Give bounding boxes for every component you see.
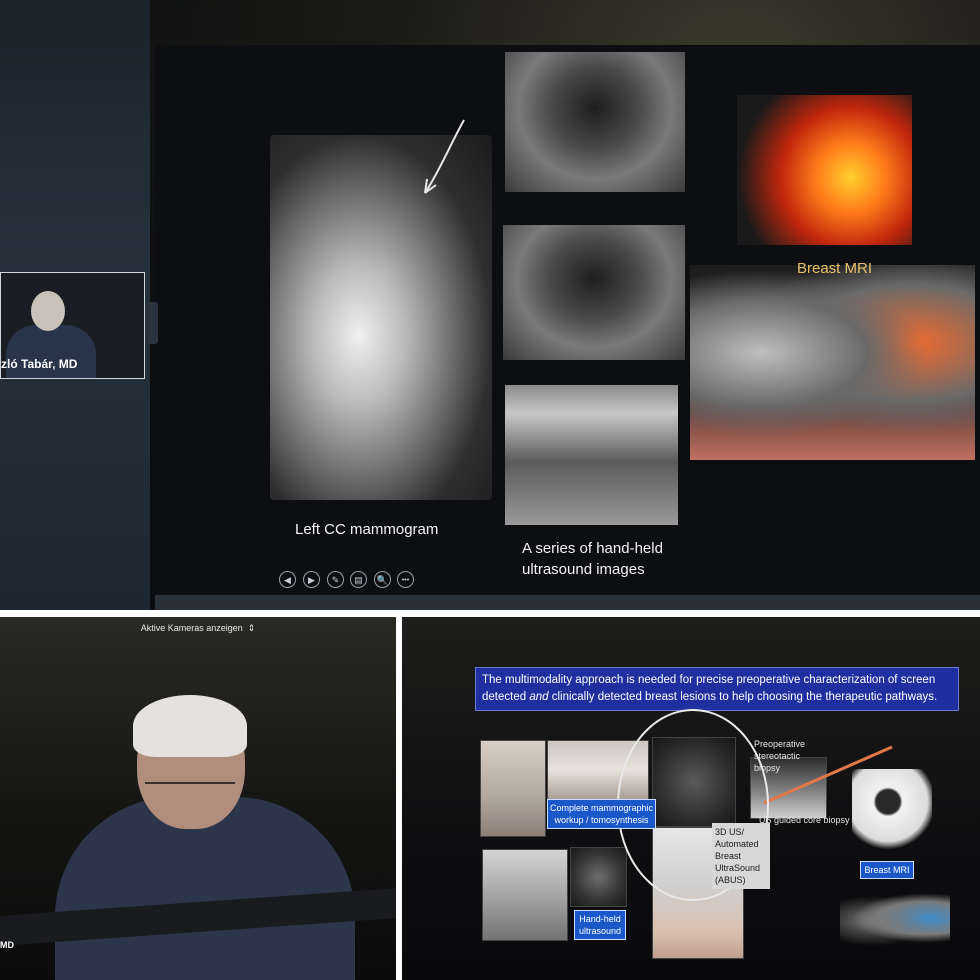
ultrasound-label-line2: ultrasound images — [522, 561, 645, 578]
speaker-name-fragment: MD — [0, 940, 14, 950]
ultrasound-image-3 — [505, 385, 678, 525]
ultrasound-label-line1: A series of hand-held — [522, 540, 663, 557]
mammography-machine-photo — [480, 740, 546, 837]
intro-line-1: The multimodality approach is needed for… — [482, 674, 936, 686]
speaker-name-label: zló Tabár, MD — [1, 357, 78, 371]
breast-mri-label: Breast MRI — [860, 861, 914, 879]
ultrasound-machine-photo — [482, 849, 568, 941]
mri-axial-image — [690, 265, 975, 460]
thumbnail-collapse-handle[interactable] — [147, 302, 158, 344]
slides-overview-button[interactable]: ▤ — [350, 571, 367, 588]
chevron-updown-icon: ⇕ — [245, 623, 256, 633]
us-guided-biopsy-label: US guided core biopsy — [759, 815, 850, 825]
intro-text-box: The multimodality approach is needed for… — [475, 667, 959, 711]
pen-tool-button[interactable]: ✎ — [327, 571, 344, 588]
speaker-camera-panel: Aktive Kameras anzeigen ⇕ MD — [0, 617, 396, 980]
shared-screen-panel: Breast MRI Left CC mammogram A series of… — [0, 0, 980, 610]
slide-camera-panel: The multimodality approach is needed for… — [402, 617, 980, 980]
mammogram-label: Left CC mammogram — [295, 521, 439, 538]
previous-slide-button[interactable]: ◀ — [279, 571, 296, 588]
handheld-ultrasound-label: Hand-held ultrasound — [574, 910, 626, 940]
mri-label: Breast MRI — [797, 260, 873, 277]
ultrasound-image-2 — [503, 225, 685, 360]
arrow-annotation-icon — [424, 119, 465, 194]
zoom-button[interactable]: 🔍 — [374, 571, 391, 588]
abus-label: 3D US/ Automated Breast UltraSound (ABUS… — [712, 823, 770, 889]
active-cameras-toggle[interactable]: Aktive Kameras anzeigen ⇕ — [0, 623, 396, 634]
screen-bezel — [155, 595, 980, 610]
mammographic-workup-label: Complete mammographic workup / tomosynth… — [547, 799, 656, 829]
more-options-button[interactable]: ••• — [397, 571, 414, 588]
handheld-ultrasound-image — [570, 847, 627, 907]
next-slide-button[interactable]: ▶ — [303, 571, 320, 588]
active-cameras-label: Aktive Kameras anzeigen — [140, 623, 243, 633]
breast-mri-thumbnail — [840, 889, 950, 947]
speaker-thumb-head — [31, 291, 65, 331]
intro-line-2: detected and clinically detected breast … — [482, 691, 938, 703]
speaker-video-thumbnail[interactable]: zló Tabár, MD — [0, 272, 145, 379]
speaker-hair — [133, 695, 247, 757]
ultrasound-image-1 — [505, 52, 685, 192]
speaker-glasses — [145, 782, 235, 806]
stereotactic-biopsy-label: Preoperative stereotactic biopsy — [754, 739, 806, 773]
ultrasound-label: A series of hand-held ultrasound images — [522, 538, 692, 580]
mri-closeup-image — [737, 95, 912, 245]
